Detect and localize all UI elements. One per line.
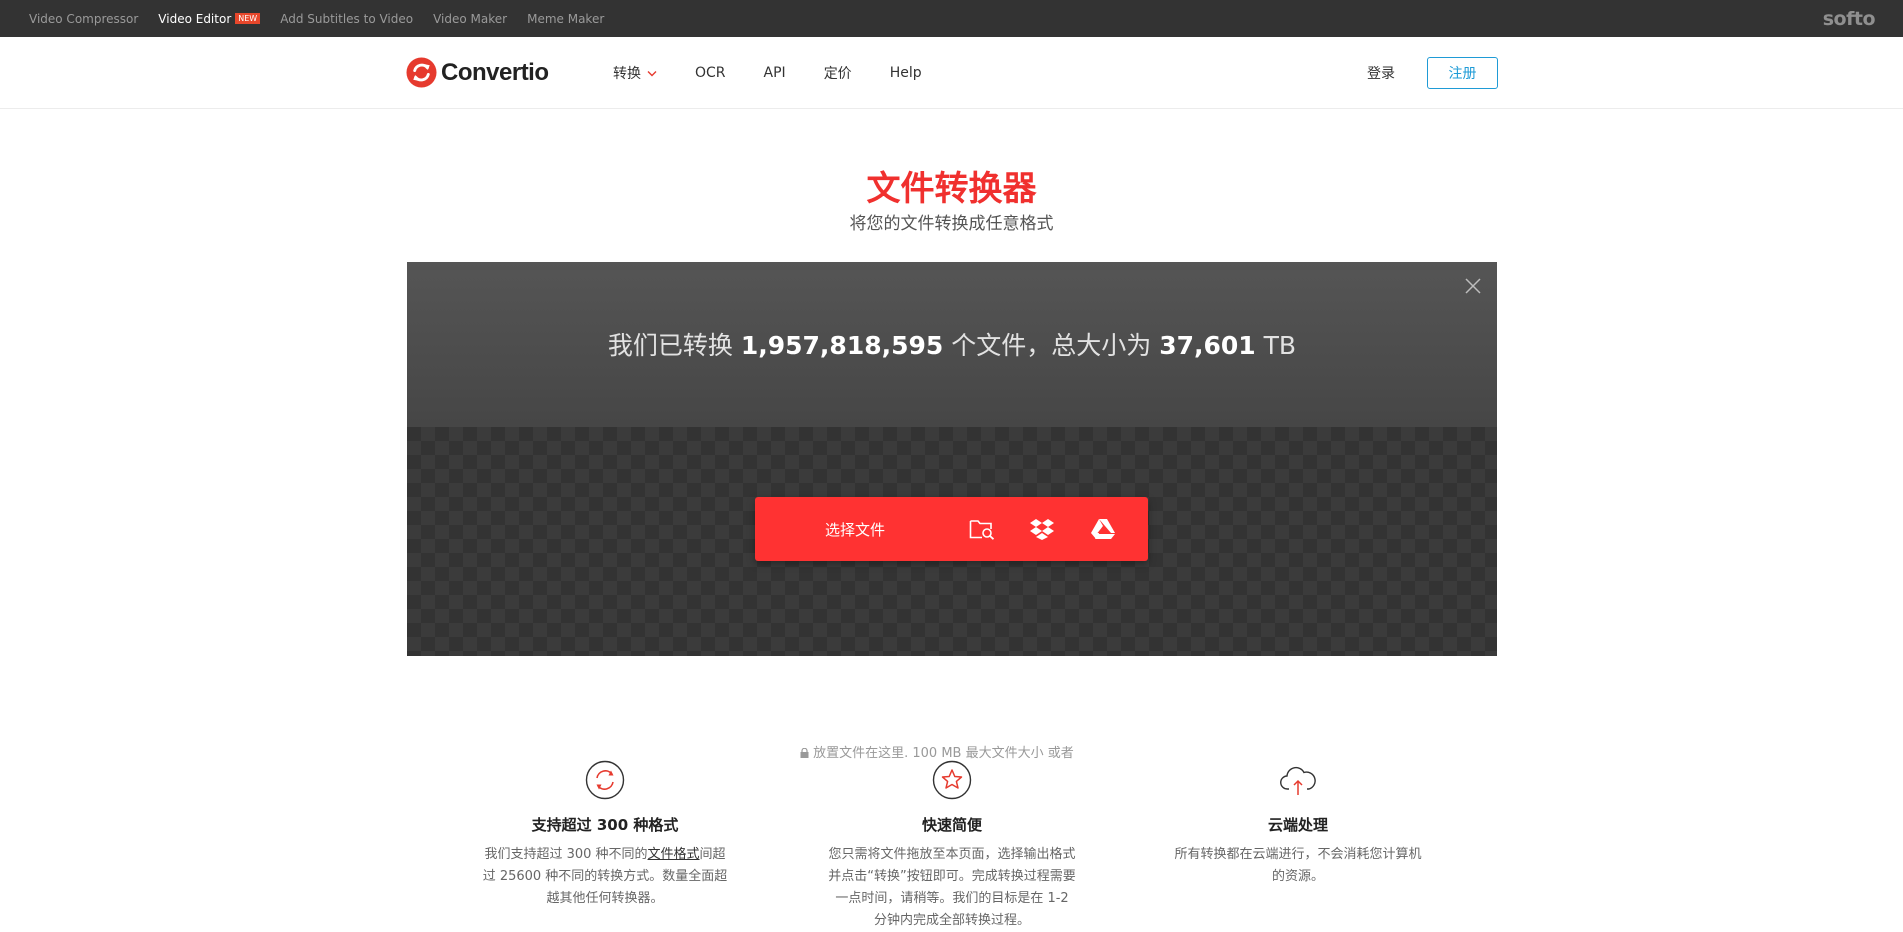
google-drive-icon (1091, 519, 1115, 539)
feature-formats: 支持超过 300 种格式 我们支持超过 300 种不同的文件格式间超过 2560… (480, 760, 730, 910)
toplink-video-maker[interactable]: Video Maker (433, 12, 507, 26)
stats-middle: 个文件，总大小为 (943, 331, 1160, 360)
nav-convert-label: 转换 (613, 66, 641, 82)
nav-pricing[interactable]: 定价 (824, 63, 852, 83)
feature-fast-desc: 您只需将文件拖放至本页面，选择输出格式并点击“转换”按钮即可。完成转换过程需要一… (828, 847, 1076, 928)
size-unit: TB (1255, 331, 1297, 360)
feature-cloud: 云端处理 所有转换都在云端进行，不会消耗您计算机的资源。 (1173, 760, 1423, 888)
main-nav: 转换 OCR API 定价 Help (613, 37, 960, 109)
conversion-stats: 我们已转换 1,957,818,595 个文件，总大小为 37,601 TB (407, 326, 1497, 362)
drop-note-register-link[interactable]: 注册 (1078, 746, 1104, 761)
nav-api[interactable]: API (764, 65, 786, 81)
toplink-video-editor[interactable]: Video Editor NEW (158, 11, 261, 26)
toplink-video-editor-label: Video Editor (158, 11, 232, 26)
convertio-logo[interactable]: Convertio (406, 57, 549, 88)
cloud-upload-icon (1280, 766, 1316, 795)
site-header: Convertio 转换 OCR API 定价 Help 登录 注册 (0, 37, 1903, 109)
nav-help[interactable]: Help (890, 65, 922, 81)
nav-ocr[interactable]: OCR (695, 65, 726, 81)
register-button[interactable]: 注册 (1427, 57, 1498, 89)
toplink-add-subtitles[interactable]: Add Subtitles to Video (280, 12, 413, 26)
dropbox-button[interactable] (1027, 514, 1057, 544)
converter-box: 我们已转换 1,957,818,595 个文件，总大小为 37,601 TB 选… (407, 262, 1497, 761)
feature-formats-desc-a: 我们支持超过 300 种不同的 (484, 847, 648, 862)
files-count: 1,957,818,595 (740, 331, 944, 360)
softo-logo[interactable]: softo (1823, 8, 1876, 30)
feature-formats-title: 支持超过 300 种格式 (531, 816, 679, 834)
lock-icon (800, 748, 809, 758)
dropbox-icon (1030, 519, 1054, 540)
file-formats-link[interactable]: 文件格式 (648, 847, 700, 862)
page-subtitle: 将您的文件转换成任意格式 (849, 214, 1054, 234)
login-link[interactable]: 登录 (1367, 63, 1395, 83)
stats-panel: 我们已转换 1,957,818,595 个文件，总大小为 37,601 TB (407, 262, 1497, 427)
feature-fast-title: 快速简便 (921, 816, 982, 834)
toplink-video-compressor[interactable]: Video Compressor (29, 12, 138, 26)
drop-note-text: 放置文件在这里. 100 MB 最大文件大小 或者 (813, 746, 1078, 761)
drop-zone[interactable]: 选择文件 放置文件在这里. 100 MB 最大文件大小 或者 注册 (407, 427, 1497, 761)
stats-prefix: 我们已转换 (607, 331, 741, 360)
chevron-down-icon (647, 70, 657, 76)
folder-search-icon (969, 520, 995, 540)
choose-files-button[interactable]: 选择文件 (755, 497, 955, 561)
top-links: Video Compressor Video Editor NEW Add Sub… (29, 0, 624, 37)
star-icon (932, 760, 972, 800)
refresh-icon (585, 760, 625, 800)
close-icon[interactable] (1463, 276, 1483, 296)
logo-text: Convertio (441, 58, 549, 86)
nav-convert[interactable]: 转换 (613, 63, 657, 83)
total-size: 37,601 (1159, 331, 1256, 360)
top-bar: Video Compressor Video Editor NEW Add Sub… (0, 0, 1903, 37)
new-badge: NEW (235, 12, 261, 24)
feature-cloud-title: 云端处理 (1267, 816, 1328, 834)
toplink-meme-maker[interactable]: Meme Maker (527, 12, 604, 26)
choose-files-panel: 选择文件 (755, 497, 1148, 561)
drop-note: 放置文件在这里. 100 MB 最大文件大小 或者 注册 (407, 742, 1497, 761)
from-computer-button[interactable] (967, 514, 997, 544)
page-title: 文件转换器 (866, 169, 1037, 209)
google-drive-button[interactable] (1088, 514, 1118, 544)
feature-fast: 快速简便 您只需将文件拖放至本页面，选择输出格式并点击“转换”按钮即可。完成转换… (827, 760, 1077, 932)
feature-formats-desc: 我们支持超过 300 种不同的文件格式间超过 25600 种不同的转换方式。数量… (480, 844, 730, 910)
feature-cloud-desc: 所有转换都在云端进行，不会消耗您计算机的资源。 (1174, 847, 1422, 884)
convertio-logo-icon (406, 57, 437, 88)
